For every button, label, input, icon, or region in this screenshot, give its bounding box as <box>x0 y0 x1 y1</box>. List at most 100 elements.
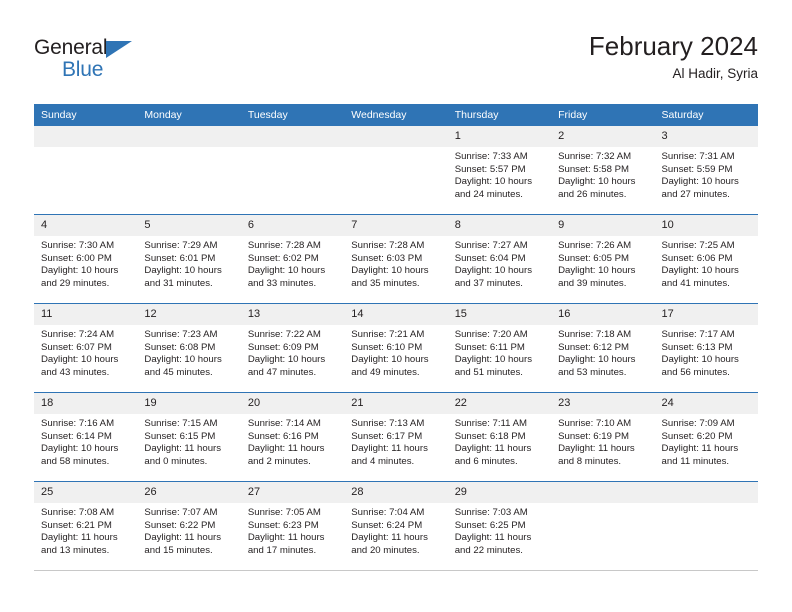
day-details: Sunrise: 7:25 AM Sunset: 6:06 PM Daylight:… <box>655 236 758 290</box>
sunset-time: Sunset: 5:58 PM <box>558 163 630 175</box>
calendar-day-cell[interactable]: 13 Sunrise: 7:22 AM Sunset: 6:09 PM Dayligh… <box>240 303 345 393</box>
day-details: Sunrise: 7:15 AM Sunset: 6:15 PM Daylight:… <box>137 414 240 468</box>
calendar-day-cell[interactable]: 3 Sunrise: 7:31 AM Sunset: 5:59 PM Daylight… <box>654 126 758 215</box>
calendar-day-cell[interactable]: 25 Sunrise: 7:08 AM Sunset: 6:21 PM Dayligh… <box>34 481 138 571</box>
weekday-header-saturday: Saturday <box>654 104 758 126</box>
day-details: Sunrise: 7:30 AM Sunset: 6:00 PM Daylight:… <box>34 236 137 290</box>
sunrise-time: Sunrise: 7:24 AM <box>41 329 115 340</box>
daylight-duration-line2: and 8 minutes. <box>558 455 622 467</box>
day-number: 23 <box>551 393 655 414</box>
day-number: 5 <box>137 215 241 236</box>
calendar-day-cell[interactable]: 27 Sunrise: 7:05 AM Sunset: 6:23 PM Dayligh… <box>240 481 345 571</box>
calendar-day-cell[interactable]: 23 Sunrise: 7:10 AM Sunset: 6:19 PM Dayligh… <box>551 392 655 482</box>
calendar-day-cell[interactable]: 5 Sunrise: 7:29 AM Sunset: 6:01 PM Daylight… <box>137 214 241 304</box>
daylight-duration-line2: and 29 minutes. <box>41 277 110 289</box>
daylight-duration-line1: Daylight: 11 hours <box>661 443 739 455</box>
daylight-duration-line2: and 0 minutes. <box>144 455 208 467</box>
sunrise-time: Sunrise: 7:33 AM <box>454 151 528 162</box>
sunset-time: Sunset: 5:57 PM <box>454 163 526 175</box>
day-number: 26 <box>137 482 241 503</box>
calendar-day-cell[interactable]: 14 Sunrise: 7:21 AM Sunset: 6:10 PM Dayligh… <box>344 303 448 393</box>
calendar-day-cell[interactable]: 17 Sunrise: 7:17 AM Sunset: 6:13 PM Dayligh… <box>654 303 758 393</box>
calendar-page: General Blue February 2024 Al Hadir, Syr… <box>0 0 792 612</box>
sunset-time: Sunset: 6:10 PM <box>351 341 423 353</box>
daylight-duration-line1: Daylight: 11 hours <box>144 443 222 455</box>
calendar-header-row: Sunday Monday Tuesday Wednesday Thursday… <box>34 104 758 126</box>
calendar-week-row: 11 Sunrise: 7:24 AM Sunset: 6:07 PM Dayligh… <box>34 303 758 393</box>
daylight-duration-line2: and 11 minutes. <box>661 455 730 467</box>
sunset-time: Sunset: 6:16 PM <box>247 430 319 442</box>
daylight-duration-line1: Daylight: 10 hours <box>661 176 739 188</box>
sunset-time: Sunset: 6:02 PM <box>247 252 319 264</box>
calendar-day-cell[interactable]: 12 Sunrise: 7:23 AM Sunset: 6:08 PM Dayligh… <box>137 303 241 393</box>
daylight-duration-line1: Daylight: 10 hours <box>558 176 636 188</box>
sunset-time: Sunset: 6:09 PM <box>247 341 319 353</box>
sunset-time: Sunset: 6:22 PM <box>144 519 216 531</box>
logo-text-blue: Blue <box>62 58 104 81</box>
sunrise-time: Sunrise: 7:03 AM <box>454 507 528 518</box>
daylight-duration-line1: Daylight: 10 hours <box>41 443 119 455</box>
daylight-duration-line1: Daylight: 11 hours <box>247 532 325 544</box>
calendar-day-cell[interactable]: 4 Sunrise: 7:30 AM Sunset: 6:00 PM Daylight… <box>34 214 138 304</box>
sunset-time: Sunset: 5:59 PM <box>661 163 733 175</box>
calendar-day-cell[interactable]: 1 Sunrise: 7:33 AM Sunset: 5:57 PM Daylight… <box>447 126 552 215</box>
day-number: 15 <box>447 304 552 325</box>
calendar-day-cell[interactable]: 20 Sunrise: 7:14 AM Sunset: 6:16 PM Dayligh… <box>240 392 345 482</box>
calendar-day-cell[interactable]: 26 Sunrise: 7:07 AM Sunset: 6:22 PM Dayligh… <box>137 481 241 571</box>
sunrise-time: Sunrise: 7:23 AM <box>144 329 218 340</box>
calendar-week-row: 18 Sunrise: 7:16 AM Sunset: 6:14 PM Dayligh… <box>34 392 758 482</box>
day-number: 3 <box>654 126 758 147</box>
day-details: Sunrise: 7:03 AM Sunset: 6:25 PM Daylight:… <box>448 503 551 557</box>
calendar-day-cell[interactable]: 19 Sunrise: 7:15 AM Sunset: 6:15 PM Dayligh… <box>137 392 241 482</box>
daylight-duration-line2: and 51 minutes. <box>454 366 523 378</box>
calendar-day-cell[interactable]: 18 Sunrise: 7:16 AM Sunset: 6:14 PM Dayligh… <box>34 392 138 482</box>
weekday-header-wednesday: Wednesday <box>344 104 448 126</box>
calendar-day-cell[interactable]: 2 Sunrise: 7:32 AM Sunset: 5:58 PM Daylight… <box>551 126 655 215</box>
calendar-day-cell[interactable]: 22 Sunrise: 7:11 AM Sunset: 6:18 PM Dayligh… <box>447 392 552 482</box>
daylight-duration-line1: Daylight: 10 hours <box>144 265 222 277</box>
daylight-duration-line1: Daylight: 11 hours <box>247 443 325 455</box>
calendar-day-cell[interactable]: 16 Sunrise: 7:18 AM Sunset: 6:12 PM Dayligh… <box>551 303 655 393</box>
daylight-duration-line1: Daylight: 11 hours <box>351 532 428 544</box>
day-number: 12 <box>137 304 241 325</box>
calendar-day-cell[interactable]: 21 Sunrise: 7:13 AM Sunset: 6:17 PM Dayligh… <box>344 392 448 482</box>
daylight-duration-line2: and 26 minutes. <box>558 188 627 200</box>
calendar-day-cell[interactable]: 6 Sunrise: 7:28 AM Sunset: 6:02 PM Daylight… <box>240 214 345 304</box>
day-details: Sunrise: 7:27 AM Sunset: 6:04 PM Daylight:… <box>448 236 551 290</box>
sunrise-sunset-calendar-table: Sunday Monday Tuesday Wednesday Thursday… <box>34 104 758 571</box>
calendar-day-cell-empty <box>240 126 345 215</box>
general-blue-logo[interactable]: General Blue <box>34 36 146 82</box>
calendar-day-cell[interactable]: 10 Sunrise: 7:25 AM Sunset: 6:06 PM Dayligh… <box>654 214 758 304</box>
sunset-time: Sunset: 6:20 PM <box>661 430 733 442</box>
day-details: Sunrise: 7:31 AM Sunset: 5:59 PM Daylight:… <box>655 147 758 201</box>
calendar-day-cell[interactable]: 11 Sunrise: 7:24 AM Sunset: 6:07 PM Dayligh… <box>34 303 138 393</box>
calendar-day-cell[interactable]: 8 Sunrise: 7:27 AM Sunset: 6:04 PM Daylight… <box>447 214 552 304</box>
sunrise-time: Sunrise: 7:05 AM <box>247 507 321 518</box>
sunset-time: Sunset: 6:08 PM <box>144 341 216 353</box>
day-number: 13 <box>240 304 345 325</box>
day-number: 11 <box>34 304 138 325</box>
calendar-day-cell[interactable]: 29 Sunrise: 7:03 AM Sunset: 6:25 PM Dayligh… <box>447 481 552 571</box>
sunrise-time: Sunrise: 7:20 AM <box>454 329 528 340</box>
day-number: 10 <box>654 215 758 236</box>
day-number <box>34 126 138 147</box>
day-details: Sunrise: 7:18 AM Sunset: 6:12 PM Daylight:… <box>551 325 654 379</box>
day-details <box>137 147 240 151</box>
sunset-time: Sunset: 6:17 PM <box>351 430 423 442</box>
calendar-day-cell[interactable]: 24 Sunrise: 7:09 AM Sunset: 6:20 PM Dayligh… <box>654 392 758 482</box>
day-details <box>241 147 344 151</box>
sunrise-time: Sunrise: 7:31 AM <box>661 151 735 162</box>
day-details: Sunrise: 7:20 AM Sunset: 6:11 PM Daylight:… <box>448 325 551 379</box>
calendar-day-cell[interactable]: 7 Sunrise: 7:28 AM Sunset: 6:03 PM Daylight… <box>344 214 448 304</box>
calendar-day-cell[interactable]: 28 Sunrise: 7:04 AM Sunset: 6:24 PM Dayligh… <box>344 481 448 571</box>
sunset-time: Sunset: 6:03 PM <box>351 252 423 264</box>
daylight-duration-line2: and 6 minutes. <box>454 455 518 467</box>
daylight-duration-line1: Daylight: 10 hours <box>454 265 533 277</box>
calendar-day-cell-empty <box>344 126 448 215</box>
calendar-day-cell[interactable]: 9 Sunrise: 7:26 AM Sunset: 6:05 PM Daylight… <box>551 214 655 304</box>
day-number: 8 <box>447 215 552 236</box>
calendar-day-cell[interactable]: 15 Sunrise: 7:20 AM Sunset: 6:11 PM Dayligh… <box>447 303 552 393</box>
daylight-duration-line1: Daylight: 10 hours <box>41 354 119 366</box>
day-details: Sunrise: 7:13 AM Sunset: 6:17 PM Daylight:… <box>344 414 447 468</box>
page-title: February 2024 <box>588 31 758 61</box>
